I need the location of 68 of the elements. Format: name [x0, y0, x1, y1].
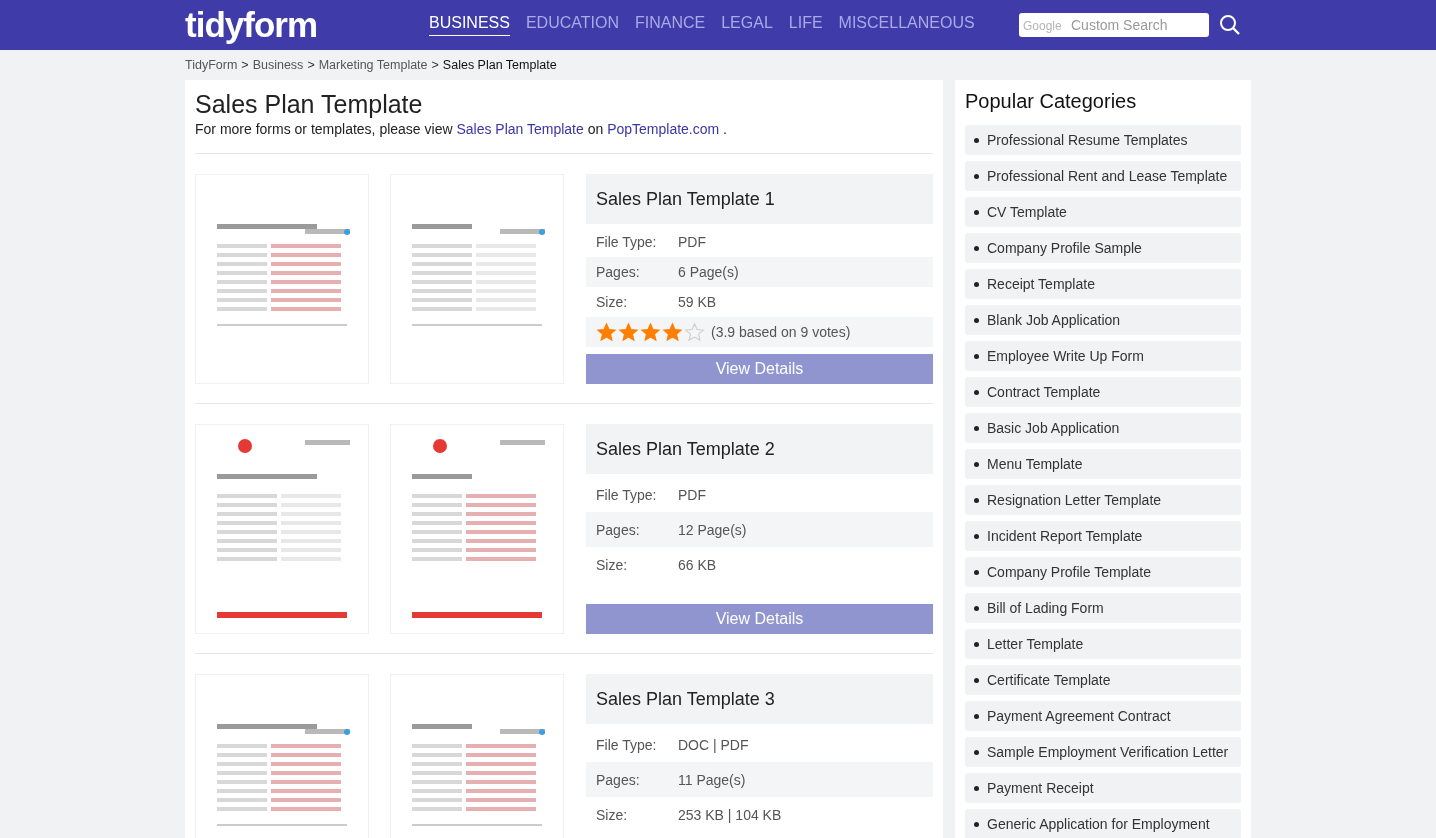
field-label: Size:: [596, 556, 629, 573]
field-label: Pages:: [596, 264, 641, 280]
nav-link[interactable]: LIFE: [788, 14, 823, 36]
star-icon: [662, 321, 683, 343]
nav-link[interactable]: EDUCATION: [525, 14, 619, 36]
category-item[interactable]: Sample Employment Verification Letter: [965, 737, 1241, 767]
category-item[interactable]: Professional Rent and Lease Template: [965, 161, 1241, 191]
field-label: File Type:: [596, 234, 658, 250]
field-value: 59 KB: [678, 294, 717, 310]
category-item[interactable]: Professional Resume Templates: [965, 125, 1241, 155]
category-item[interactable]: Incident Report Template: [965, 521, 1241, 551]
category-item[interactable]: Employee Write Up Form: [965, 341, 1241, 371]
star-icon: [640, 321, 661, 343]
breadcrumb-link[interactable]: TidyForm: [185, 58, 238, 72]
field-value: 12 Page(s): [678, 521, 747, 538]
field-label: Size:: [596, 294, 629, 310]
rating-text: (3.9 based on 9 votes): [711, 324, 851, 340]
category-item[interactable]: Blank Job Application: [965, 305, 1241, 335]
field-value: 253 KB | 104 KB: [678, 806, 782, 823]
field-value: PDF: [678, 486, 706, 503]
star-icon: [618, 321, 639, 343]
breadcrumb-separator: >: [241, 58, 249, 72]
field-value: 11 Page(s): [678, 771, 746, 788]
category-item[interactable]: CV Template: [965, 197, 1241, 227]
category-item[interactable]: Menu Template: [965, 449, 1241, 479]
breadcrumb-separator: >: [307, 58, 315, 72]
category-item[interactable]: Bill of Lading Form: [965, 593, 1241, 623]
category-item[interactable]: Certificate Template: [965, 665, 1241, 695]
category-item[interactable]: Company Profile Sample: [965, 233, 1241, 263]
template-title[interactable]: Sales Plan Template 2: [586, 424, 933, 474]
nav-link[interactable]: LEGAL: [721, 14, 773, 36]
breadcrumb-link[interactable]: Business: [252, 58, 304, 72]
field-label: Pages:: [596, 771, 641, 788]
field-value: DOC | PDF: [678, 736, 749, 753]
field-label: File Type:: [596, 736, 658, 753]
intro-text: For more forms or templates, please view Sales Plan Template on PopTemplate.com .: [195, 121, 728, 137]
category-item[interactable]: Contract Template: [965, 377, 1241, 407]
category-item[interactable]: Resignation Letter Template: [965, 485, 1241, 515]
category-item[interactable]: Payment Receipt: [965, 773, 1241, 803]
field-label: File Type:: [596, 486, 658, 503]
intro-link[interactable]: PopTemplate.com: [607, 121, 720, 137]
star-icon: [596, 321, 617, 343]
breadcrumb-current: Sales Plan Template: [442, 58, 557, 72]
field-value: PDF: [678, 234, 706, 250]
category-item[interactable]: Generic Application for Employment: [965, 809, 1241, 838]
field-label: Pages:: [596, 521, 641, 538]
page-title: Sales Plan Template: [195, 90, 424, 119]
nav-link[interactable]: FINANCE: [634, 14, 706, 36]
breadcrumb-separator: >: [431, 58, 439, 72]
field-value: 66 KB: [678, 556, 717, 573]
field-label: Size:: [596, 806, 629, 823]
sidebar-title: Popular Categories: [965, 90, 1138, 113]
intro-link[interactable]: Sales Plan Template: [456, 121, 584, 137]
breadcrumb-link[interactable]: Marketing Template: [318, 58, 428, 72]
template-title[interactable]: Sales Plan Template 1: [586, 174, 933, 224]
category-item[interactable]: Letter Template: [965, 629, 1241, 659]
search-brand: Google: [1023, 19, 1062, 33]
empty-star-icon: [684, 321, 705, 343]
template-title[interactable]: Sales Plan Template 3: [586, 674, 933, 724]
category-item[interactable]: Receipt Template: [965, 269, 1241, 299]
nav-link[interactable]: BUSINESS: [429, 14, 510, 36]
category-item[interactable]: Basic Job Application: [965, 413, 1241, 443]
nav-link[interactable]: MISCELLANEOUS: [838, 14, 975, 36]
field-value: 6 Page(s): [678, 264, 739, 280]
category-item[interactable]: Company Profile Template: [965, 557, 1241, 587]
logo[interactable]: tidyform: [185, 5, 429, 45]
search-icon[interactable]: [1219, 14, 1241, 36]
category-item[interactable]: Payment Agreement Contract: [965, 701, 1241, 731]
